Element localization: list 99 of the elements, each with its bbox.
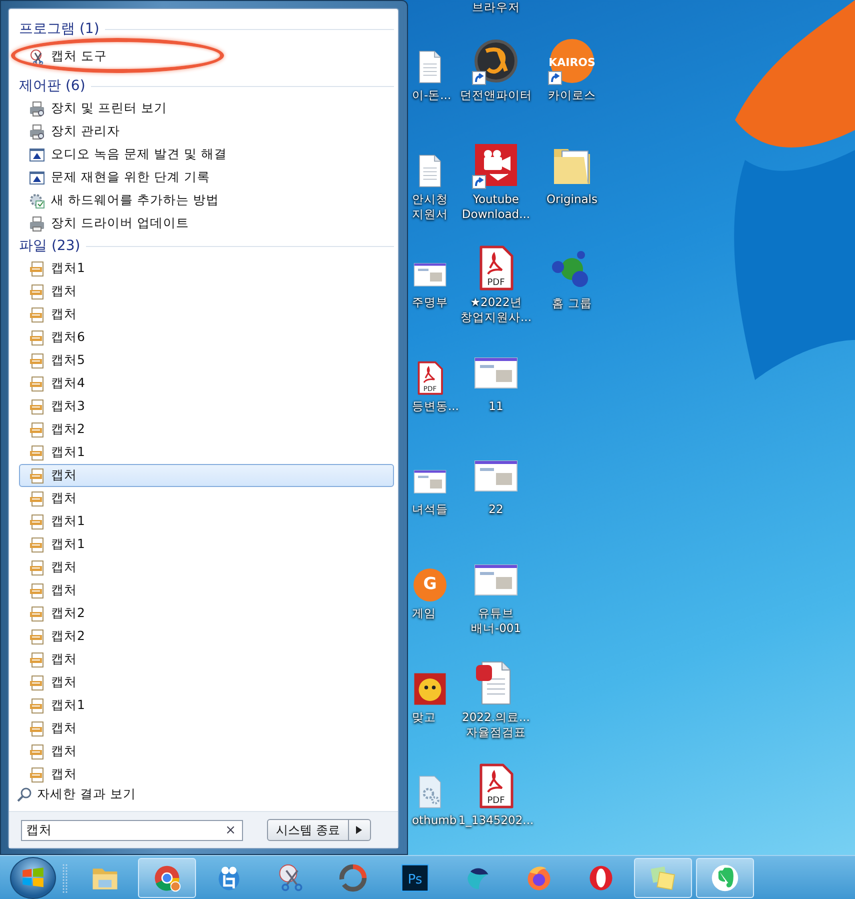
icon-label: 게임	[412, 606, 436, 622]
image-file-icon	[29, 306, 45, 322]
more-results-link[interactable]: 자세한 결과 보기	[9, 786, 398, 811]
image-file-icon	[29, 260, 45, 276]
image-file-icon	[29, 766, 45, 782]
result-item[interactable]: 캡처1	[19, 694, 394, 717]
result-item[interactable]: 캡처1	[19, 510, 394, 533]
result-item[interactable]: 캡처2	[19, 602, 394, 625]
taskbar-button[interactable]	[138, 858, 196, 898]
result-item[interactable]: 캡처 도구	[19, 45, 394, 68]
section-heading: 제어판 (6)	[19, 77, 86, 95]
icon-label: 22	[488, 502, 504, 518]
result-item[interactable]: 오디오 녹음 문제 발견 및 해결	[19, 143, 394, 166]
image-file-icon	[29, 606, 45, 622]
icon-label: 주명부	[412, 295, 448, 310]
icon-label: 브라우저	[472, 0, 520, 15]
result-item[interactable]: 캡처2	[19, 625, 394, 648]
caret-icon	[356, 826, 362, 834]
result-item[interactable]: 캡처1	[19, 257, 394, 280]
image-file-icon	[29, 444, 45, 460]
result-item[interactable]: 캡처5	[19, 349, 394, 372]
icon-label: 유튜브 배너-001	[470, 606, 522, 636]
image-file-icon	[29, 652, 45, 668]
result-item[interactable]: 캡처	[19, 280, 394, 303]
icon-label: 11	[488, 398, 504, 414]
icon-label: Youtube Download...	[462, 192, 530, 222]
icon-label: ★2022년 창업지원사...	[460, 295, 532, 326]
search-icon	[16, 786, 32, 802]
grip-handle[interactable]	[62, 862, 68, 892]
image-file-icon	[29, 698, 45, 714]
result-item[interactable]: 장치 및 프린터 보기	[19, 97, 394, 120]
result-item[interactable]: 캡처	[19, 556, 394, 579]
result-item[interactable]: 캡처	[19, 763, 394, 786]
icon-label: 던전앤파이터	[460, 88, 532, 103]
result-item[interactable]: 캡처	[19, 464, 394, 487]
ps-logo-icon: Ps	[400, 862, 430, 892]
ring-icon	[338, 862, 368, 892]
emblem-icon[interactable]	[472, 36, 520, 85]
result-item[interactable]: 캡처1	[19, 533, 394, 556]
result-item[interactable]: 캡처	[19, 648, 394, 671]
image-file-icon	[29, 514, 45, 530]
section-heading: 프로그램 (1)	[19, 20, 100, 38]
window-icon	[29, 170, 45, 186]
result-item[interactable]: 캡처	[19, 717, 394, 740]
printer-icon	[29, 216, 45, 232]
result-item[interactable]: 캡처4	[19, 372, 394, 395]
image-file-icon	[29, 352, 45, 368]
printer-icon	[29, 100, 45, 116]
result-item[interactable]: 캡처	[19, 740, 394, 763]
icon-label: 2022.의료... 자율점검표	[462, 710, 530, 740]
icon-label: 등변동...	[412, 398, 459, 414]
result-item[interactable]: 캡처6	[19, 326, 394, 349]
icon-label: 안시청 지원서	[412, 192, 448, 222]
image-file-icon	[29, 560, 45, 576]
scissors-icon	[29, 48, 45, 64]
image-file-icon	[29, 468, 45, 484]
result-item[interactable]: 장치 드라이버 업데이트	[19, 212, 394, 235]
icon-label: 홈 그룹	[552, 296, 592, 311]
clear-button[interactable]: ×	[225, 822, 236, 838]
result-item[interactable]: 캡처	[19, 487, 394, 510]
image-file-icon	[29, 744, 45, 760]
icon-label: 이-돈...	[412, 88, 452, 103]
image-file-icon	[29, 490, 45, 506]
result-item[interactable]: 캡처3	[19, 395, 394, 418]
shutdown-options-button[interactable]	[348, 819, 371, 841]
taskbar-button[interactable]: Ps	[386, 858, 444, 898]
icon-label: Originals	[546, 192, 598, 207]
result-item[interactable]: 캡처	[19, 671, 394, 694]
result-item[interactable]: 문제 재현을 위한 단계 기록	[19, 166, 394, 189]
image-file-icon	[29, 376, 45, 392]
icon-label: 맞고	[412, 710, 436, 725]
result-item[interactable]: 캡처	[19, 303, 394, 326]
result-item[interactable]: 새 하드웨어를 추가하는 방법	[19, 189, 394, 212]
image-file-icon	[29, 536, 45, 552]
image-file-icon	[29, 582, 45, 598]
shutdown-button[interactable]: 시스템 종료	[267, 819, 349, 841]
start-button[interactable]	[10, 856, 56, 898]
image-file-icon	[29, 422, 45, 438]
image-file-icon	[29, 628, 45, 644]
image-file-icon	[29, 674, 45, 690]
cartoon-face-icon[interactable]	[412, 670, 448, 707]
result-item[interactable]: 캡처1	[19, 441, 394, 464]
image-file-icon	[29, 284, 45, 300]
result-item[interactable]: 캡처2	[19, 418, 394, 441]
search-field[interactable]: 캡처 ×	[21, 820, 243, 840]
window-icon	[29, 146, 45, 162]
gear-icon	[29, 192, 45, 208]
section-heading: 파일 (23)	[19, 237, 80, 255]
printer-icon	[29, 124, 45, 140]
image-file-icon	[29, 398, 45, 414]
result-item[interactable]: 장치 관리자	[19, 120, 394, 143]
image-file-icon	[29, 330, 45, 346]
result-item[interactable]: 캡처	[19, 579, 394, 602]
icon-label: othumb	[412, 813, 457, 828]
image-file-icon	[29, 720, 45, 736]
icon-label: 카이로스	[548, 88, 596, 103]
icon-label: 1_1345202...	[458, 813, 534, 828]
elephant-icon	[710, 862, 740, 892]
icon-label: 녀석들	[412, 502, 448, 518]
